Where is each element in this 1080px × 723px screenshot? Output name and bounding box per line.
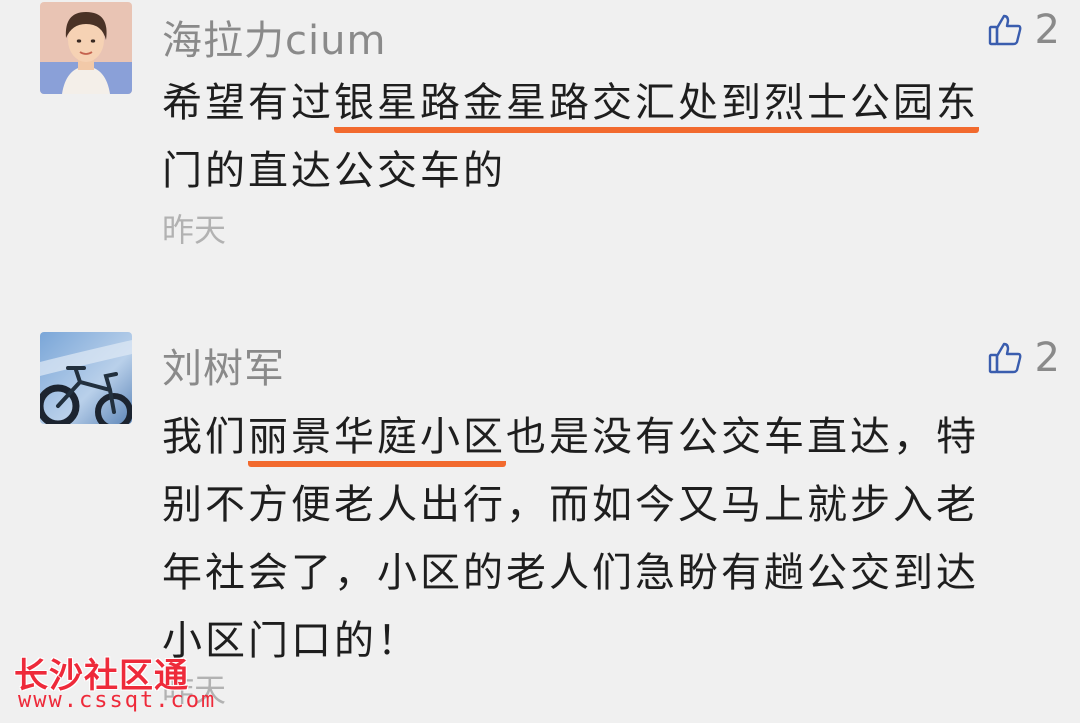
avatar[interactable]: [40, 2, 132, 94]
highlighted-text: 银星路金星路交汇处到烈士公园东: [334, 80, 979, 133]
comment-username[interactable]: 刘树军: [162, 336, 285, 394]
comment-line: 我们丽景华庭小区也是没有公交车直达，特: [162, 403, 1042, 471]
watermark-logo: 长沙社区通 www.cssqt.com: [14, 648, 244, 718]
like-button[interactable]: 2: [987, 336, 1060, 380]
portrait-avatar-image: [40, 2, 132, 94]
comment-line: 希望有过银星路金星路交汇处到烈士公园东: [162, 69, 1042, 137]
watermark-url: www.cssqt.com: [18, 688, 217, 713]
comments-page: 海拉力cium 2 希望有过银星路金星路交汇处到烈士公园东 门的直达公交车的 昨…: [0, 0, 1080, 723]
comment-content: 我们丽景华庭小区也是没有公交车直达，特 别不方便老人出行，而如今又马上就步入老 …: [162, 403, 1042, 675]
comment-text: 希望有过: [162, 80, 334, 126]
like-count: 2: [1034, 335, 1060, 381]
bicycle-avatar-image: [40, 332, 132, 424]
comment-line: 别不方便老人出行，而如今又马上就步入老: [162, 482, 979, 528]
comment-line: 年社会了，小区的老人们急盼有趟公交到达: [162, 550, 979, 596]
comment-line: 门的直达公交车的: [162, 148, 506, 194]
comment-timestamp: 昨天: [162, 211, 227, 249]
comment-text: 也是没有公交车直达，特: [506, 414, 979, 460]
comment-text: 我们: [162, 414, 248, 460]
comment-line: 小区门口的！: [162, 618, 420, 664]
comment-username[interactable]: 海拉力cium: [162, 8, 386, 66]
avatar[interactable]: [40, 332, 132, 424]
like-count: 2: [1034, 7, 1060, 53]
like-button[interactable]: 2: [987, 8, 1060, 52]
comment-content: 希望有过银星路金星路交汇处到烈士公园东 门的直达公交车的: [162, 69, 1042, 205]
thumbs-up-icon: [988, 14, 1021, 46]
thumbs-up-icon: [988, 342, 1021, 374]
highlighted-text: 丽景华庭小区: [248, 414, 506, 467]
comment-item: 海拉力cium 2 希望有过银星路金星路交汇处到烈士公园东 门的直达公交车的 昨…: [0, 0, 1080, 270]
